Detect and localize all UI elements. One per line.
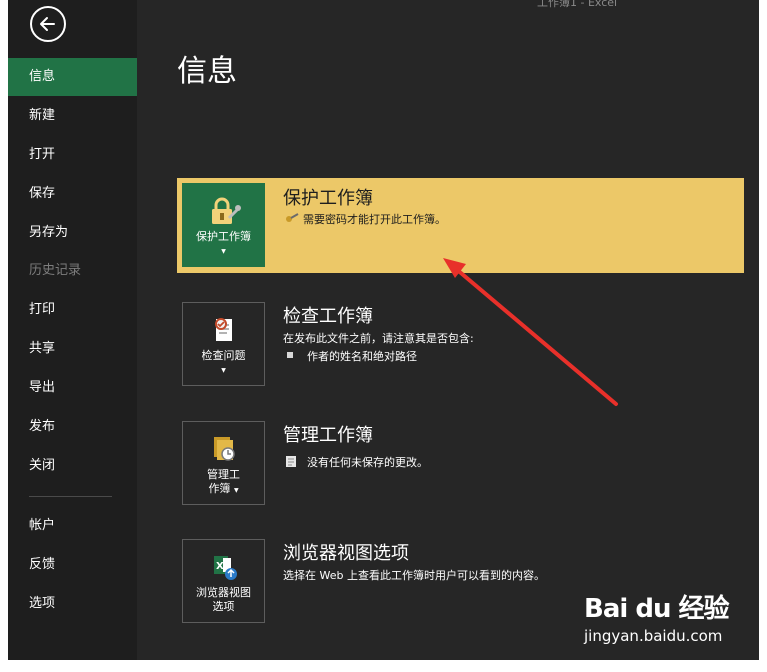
- baidu-watermark: Bai du 经验 jingyan.baidu.com: [584, 588, 729, 645]
- baidu-logo: Bai du 经验: [584, 594, 729, 624]
- annotation-arrow: [443, 258, 618, 406]
- baidu-url: jingyan.baidu.com: [584, 627, 723, 645]
- screenshot-frame: 信息 新建 打开 保存 另存为 历史记录 打印 共享 导出 发布 关闭 帐户 反…: [0, 0, 767, 672]
